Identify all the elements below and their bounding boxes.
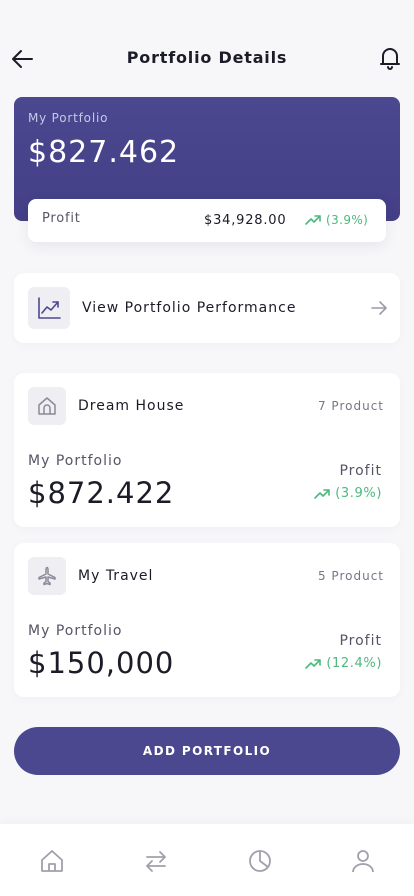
home-icon[interactable]: [39, 848, 65, 874]
summary-value: $827.462: [28, 135, 180, 170]
portfolio-value: $150,000: [28, 646, 175, 680]
portfolio-icon-box: [28, 557, 66, 595]
arrow-right-icon: [371, 301, 387, 315]
pie-chart-icon[interactable]: [247, 848, 273, 874]
portfolio-value-label: My Portfolio: [28, 623, 123, 639]
trend-up-icon: [305, 658, 322, 669]
view-performance-button[interactable]: View Portfolio Performance: [14, 273, 400, 343]
product-count: 5 Product: [317, 569, 384, 583]
portfolio-value: $872.422: [28, 476, 175, 510]
summary-label: My Portfolio: [28, 111, 109, 125]
trend-up-icon: [305, 215, 321, 225]
profit-trend: (3.9%): [305, 213, 368, 227]
airplane-icon: [38, 566, 56, 586]
portfolio-profit-change: (3.9%): [335, 486, 382, 501]
portfolio-profit-label: Profit: [339, 463, 382, 479]
portfolio-card-my-travel[interactable]: My Travel 5 Product My Portfolio $150,00…: [14, 543, 400, 697]
transfer-icon[interactable]: [143, 848, 169, 874]
profit-change: (3.9%): [326, 213, 369, 227]
portfolio-profit-trend: (12.4%): [305, 656, 382, 671]
portfolio-card-dream-house[interactable]: Dream House 7 Product My Portfolio $872.…: [14, 373, 400, 527]
profit-label: Profit: [42, 211, 81, 226]
portfolio-name: My Travel: [78, 568, 154, 584]
portfolio-icon-box: [28, 387, 66, 425]
app-header: Portfolio Details: [0, 0, 414, 110]
profile-icon[interactable]: [350, 848, 376, 874]
bottom-tab-bar: [0, 824, 414, 896]
portfolio-profit-label: Profit: [339, 633, 382, 649]
portfolio-profit-change: (12.4%): [326, 656, 382, 671]
profit-summary: Profit $34,928.00 (3.9%): [28, 199, 386, 242]
portfolio-name: Dream House: [78, 398, 185, 414]
performance-label: View Portfolio Performance: [82, 300, 297, 316]
portfolio-profit-trend: (3.9%): [314, 486, 382, 501]
trend-up-icon: [314, 488, 331, 499]
product-count: 7 Product: [317, 399, 384, 413]
performance-icon-box: [28, 287, 70, 329]
profit-amount: $34,928.00: [204, 213, 287, 228]
home-icon: [38, 397, 56, 415]
portfolio-value-label: My Portfolio: [28, 453, 123, 469]
bell-icon[interactable]: [378, 45, 402, 71]
page-title: Portfolio Details: [126, 48, 288, 67]
add-portfolio-button[interactable]: ADD PORTFOLIO: [14, 727, 400, 775]
line-chart-icon: [38, 297, 61, 319]
